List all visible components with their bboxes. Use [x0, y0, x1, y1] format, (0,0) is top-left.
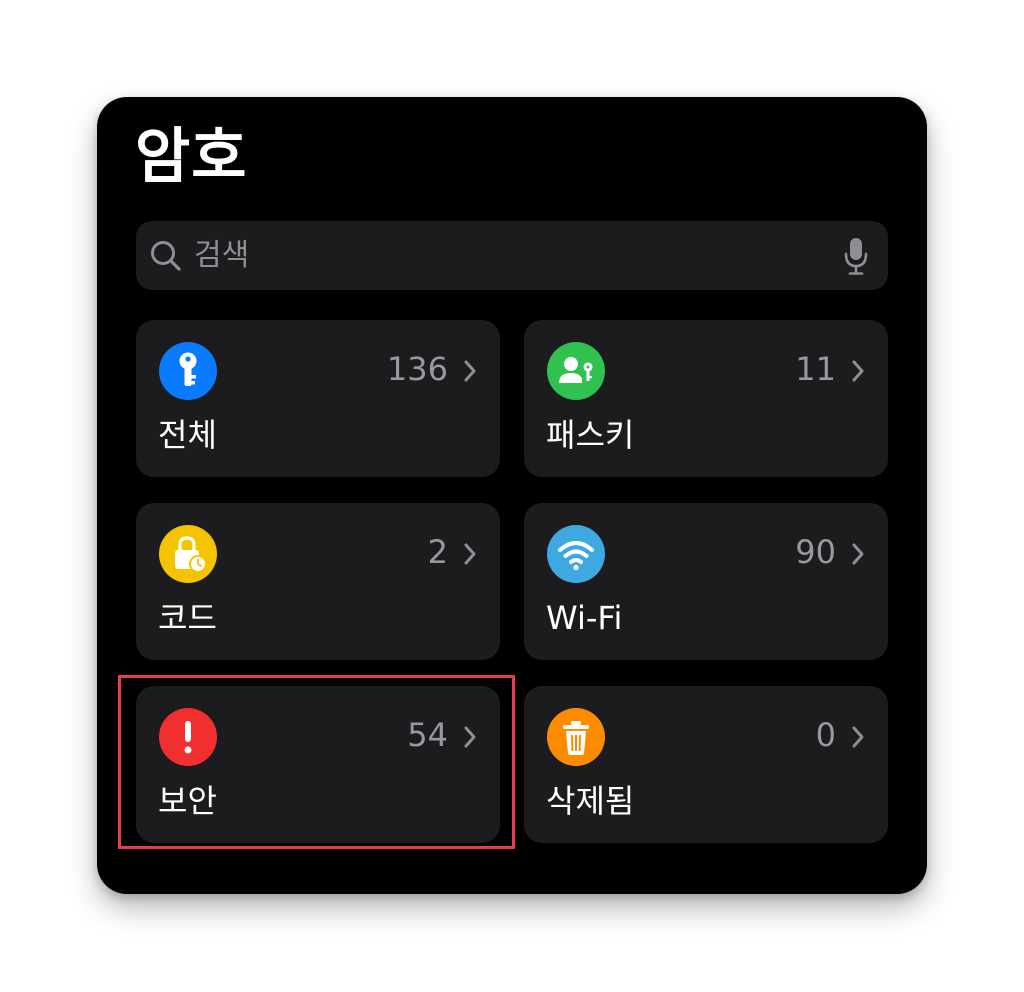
tile-label: 전체: [158, 416, 217, 454]
trash-icon: [547, 708, 605, 766]
tile-wifi[interactable]: 90 Wi-Fi: [524, 503, 888, 660]
tile-passkeys[interactable]: 11 패스키: [524, 320, 888, 477]
tile-all[interactable]: 136 전체: [136, 320, 500, 477]
passwords-panel: 암호 136 전체: [97, 97, 927, 894]
lock-clock-icon: [159, 525, 217, 583]
tile-count: 2: [427, 533, 448, 571]
tile-count: 11: [795, 350, 836, 388]
tile-deleted[interactable]: 0 삭제됨: [524, 686, 888, 843]
microphone-icon[interactable]: [842, 236, 870, 276]
wifi-icon: [547, 525, 605, 583]
tile-count: 0: [815, 716, 836, 754]
tile-codes[interactable]: 2 코드: [136, 503, 500, 660]
tile-count: 54: [407, 716, 448, 754]
chevron-right-icon: [852, 360, 864, 382]
key-icon: [159, 342, 217, 400]
chevron-right-icon: [464, 360, 476, 382]
tile-label: 삭제됨: [546, 782, 635, 820]
chevron-right-icon: [464, 726, 476, 748]
page-title: 암호: [135, 122, 248, 192]
tile-security[interactable]: 54 보안: [136, 686, 500, 843]
search-bar[interactable]: [136, 221, 888, 290]
chevron-right-icon: [852, 726, 864, 748]
search-icon: [151, 241, 181, 271]
tile-count: 136: [386, 350, 448, 388]
tile-label: 패스키: [546, 416, 635, 454]
search-input[interactable]: [194, 221, 834, 290]
chevron-right-icon: [464, 543, 476, 565]
tile-label: 보안: [158, 782, 217, 820]
tile-label: 코드: [158, 599, 217, 637]
tile-count: 90: [795, 533, 836, 571]
tile-label: Wi-Fi: [546, 599, 623, 637]
chevron-right-icon: [852, 543, 864, 565]
person-key-icon: [547, 342, 605, 400]
exclamation-icon: [159, 708, 217, 766]
